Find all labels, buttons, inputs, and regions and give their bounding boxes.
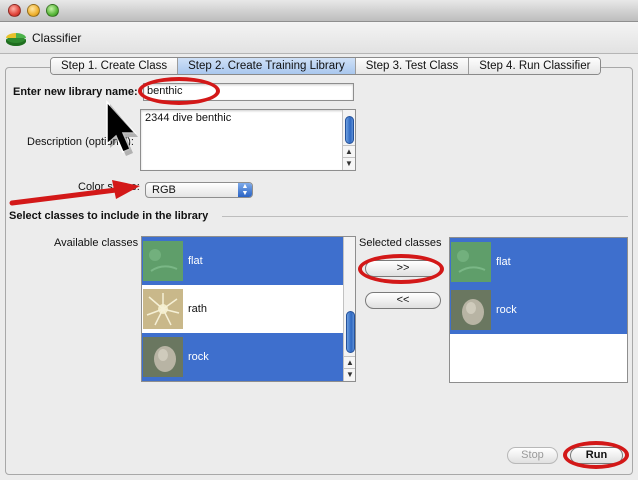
run-button[interactable]: Run [570, 447, 623, 464]
selected-class-item[interactable]: rock [450, 286, 627, 334]
library-name-label: Enter new library name: [13, 86, 138, 98]
up-down-arrows-icon: ▲ ▼ [238, 183, 252, 197]
window-title: Classifier [32, 31, 82, 45]
window-titlebar [0, 0, 638, 22]
close-window-button[interactable] [8, 4, 21, 17]
tab-create-training-library[interactable]: Step 2. Create Training Library [178, 58, 356, 74]
section-divider [222, 216, 628, 217]
selected-classes-label: Selected classes [359, 237, 442, 249]
scroll-up-arrow-icon[interactable]: ▲ [343, 145, 355, 157]
available-classes-scrollbar[interactable]: ▲ ▼ [343, 237, 355, 381]
flat-class-thumbnail [451, 242, 491, 282]
selected-classes-list[interactable]: flat rock [449, 237, 628, 383]
available-classes-list[interactable]: flat rath rock ▲ ▼ [141, 236, 356, 382]
selected-class-name: flat [496, 256, 511, 268]
rock-class-thumbnail [451, 290, 491, 330]
library-name-input[interactable]: benthic [143, 83, 354, 101]
description-text: 2344 dive benthic [145, 112, 232, 124]
scroll-up-arrow-icon[interactable]: ▲ [344, 356, 355, 368]
available-class-name: flat [188, 255, 203, 267]
stop-button[interactable]: Stop [507, 447, 558, 464]
zoom-window-button[interactable] [46, 4, 59, 17]
tab-test-class[interactable]: Step 3. Test Class [355, 58, 470, 74]
remove-classes-button[interactable]: << [365, 292, 441, 309]
scroll-down-arrow-icon[interactable]: ▼ [343, 157, 355, 169]
available-class-name: rock [188, 351, 209, 363]
color-space-label: Color space: [78, 181, 140, 193]
available-class-name: rath [188, 303, 207, 315]
add-classes-button[interactable]: >> [365, 260, 441, 277]
section-title: Select classes to include in the library [9, 210, 209, 222]
selected-class-item[interactable]: flat [450, 238, 627, 286]
scroll-down-arrow-icon[interactable]: ▼ [344, 368, 355, 380]
available-scroll-thumb[interactable] [346, 311, 355, 353]
tab-create-class[interactable]: Step 1. Create Class [51, 58, 179, 74]
rock-class-thumbnail [143, 337, 183, 377]
description-label: Description (optional): [27, 136, 134, 148]
description-scrollbar[interactable]: ▲ ▼ [342, 110, 355, 170]
app-header: Classifier [0, 22, 638, 54]
pie-chart-icon [6, 33, 26, 46]
color-space-value: RGB [152, 184, 176, 196]
description-textarea[interactable]: 2344 dive benthic [140, 109, 356, 171]
color-space-select[interactable]: RGB ▲ ▼ [145, 182, 253, 198]
available-classes-label: Available classes [54, 237, 139, 249]
minimize-window-button[interactable] [27, 4, 40, 17]
available-class-item[interactable]: rath [142, 285, 343, 333]
available-class-item[interactable]: flat [142, 237, 343, 285]
step-tabs: Step 1. Create Class Step 2. Create Trai… [50, 57, 602, 75]
available-class-item[interactable]: rock [142, 333, 343, 381]
rath-class-thumbnail [143, 289, 183, 329]
selected-class-name: rock [496, 304, 517, 316]
tab-run-classifier[interactable]: Step 4. Run Classifier [469, 58, 601, 74]
description-scroll-thumb[interactable] [345, 116, 354, 144]
flat-class-thumbnail [143, 241, 183, 281]
